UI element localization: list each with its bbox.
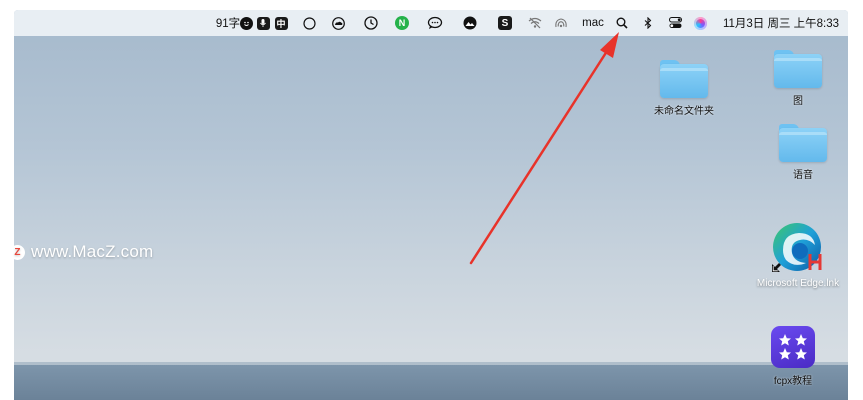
airdrop-icon[interactable] [553,10,569,36]
siri-icon[interactable] [692,10,708,36]
chat-icon[interactable] [426,10,444,36]
desktop-item-label: 语音 [793,170,813,181]
desktop-folder-images[interactable]: 图 [758,50,838,107]
stars-app-icon [771,326,815,368]
menu-bar: 91字 中 N S mac 11月3日 周三 上午8:33 [14,10,848,36]
mountain-icon[interactable] [462,10,478,36]
watermark-logo-icon: Z [10,244,25,260]
ime-label: 中 [274,16,288,30]
microphone-icon[interactable] [256,10,270,36]
desktop-fcpx-tutorial[interactable]: fcpx教程 [758,326,828,387]
clock-icon[interactable] [363,10,379,36]
desktop-item-label: 图 [793,96,803,107]
desktop-folder-untitled[interactable]: 未命名文件夹 [644,60,724,117]
word-count-status[interactable]: 91字 [214,10,242,36]
desktop-item-label: 未命名文件夹 [654,106,714,117]
input-method-icon[interactable]: 中 [273,10,289,36]
n-app-icon[interactable]: N [394,10,410,36]
creative-cloud-icon[interactable] [330,10,346,36]
edge-icon [770,220,826,274]
circle-icon[interactable] [302,10,316,36]
folder-icon [660,60,708,98]
desktop-item-label: Microsoft Edge.lnk [756,278,840,289]
watermark: Z www.MacZ.com [10,242,153,262]
wifi-off-icon[interactable] [527,10,543,36]
desktop: 91字 中 N S mac 11月3日 周三 上午8:33 未命名文件夹 图 语… [14,10,848,400]
desktop-item-label: fcpx教程 [773,376,813,387]
control-center-icon[interactable] [667,10,683,36]
menu-datetime[interactable]: 11月3日 周三 上午8:33 [717,10,845,36]
sea-wallpaper [14,365,848,400]
folder-icon [774,50,822,88]
folder-icon [779,124,827,162]
desktop-folder-voice[interactable]: 语音 [763,124,843,181]
desktop-edge-shortcut[interactable]: Microsoft Edge.lnk [748,220,848,289]
emoji-face-icon[interactable] [239,10,253,36]
s-app-icon[interactable]: S [497,10,513,36]
spotlight-search-icon[interactable] [614,10,630,36]
wifi-network-label[interactable]: mac [580,10,606,36]
bluetooth-icon[interactable] [641,10,655,36]
watermark-text: www.MacZ.com [31,242,154,261]
